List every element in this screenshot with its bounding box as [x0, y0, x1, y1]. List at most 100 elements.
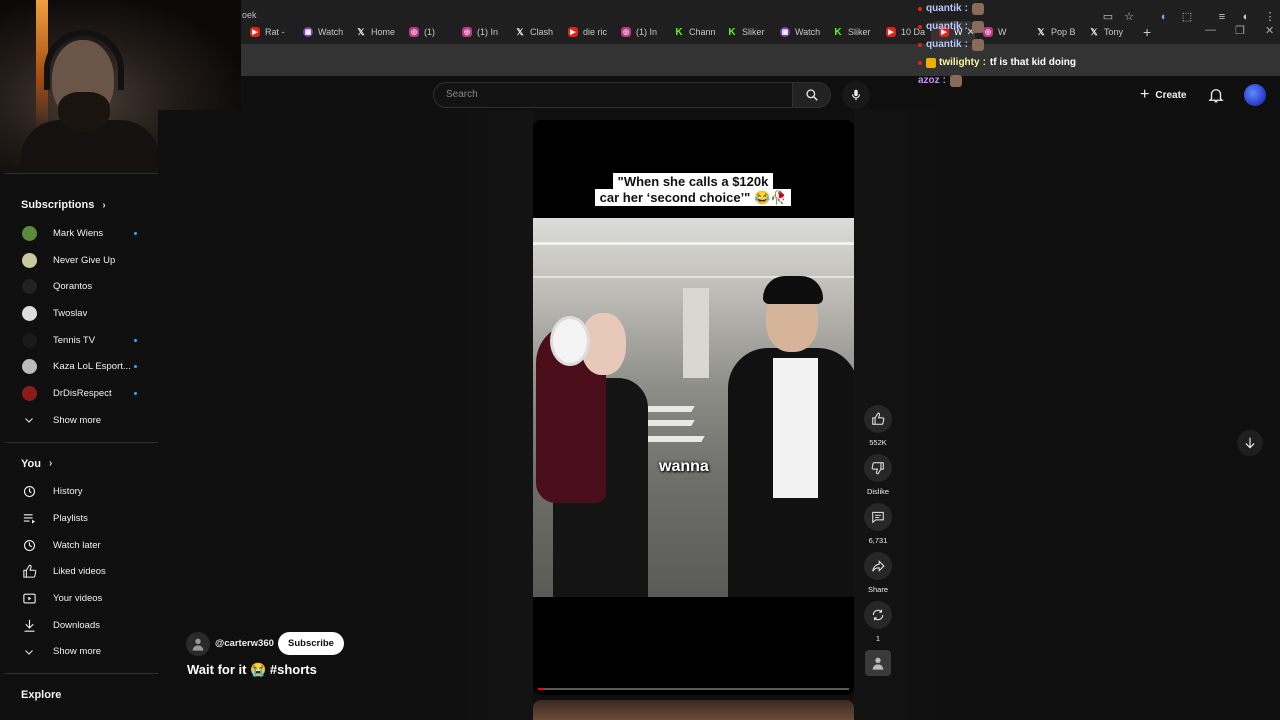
sidebar-item-your-videos[interactable]: Your videos	[5, 585, 158, 612]
sidebar-item-liked-videos[interactable]: Liked videos	[5, 559, 158, 586]
share-icon	[872, 560, 885, 572]
avatar-image	[21, 225, 37, 241]
streamer-beard	[58, 92, 110, 132]
channel-avatar	[21, 332, 37, 348]
channel-avatar	[21, 305, 37, 321]
channel-avatar	[21, 225, 37, 241]
channel-avatar	[21, 385, 37, 401]
you-heading[interactable]: You ›	[5, 449, 158, 479]
close-window-icon[interactable]: ✕	[1265, 24, 1274, 37]
new-tab-button[interactable]: +	[1143, 24, 1151, 40]
show-more-you[interactable]: Show more	[5, 639, 158, 666]
subscription-name: Twoslav	[53, 307, 88, 319]
media-icon[interactable]: ≡	[1215, 10, 1229, 24]
channel-name[interactable]: @carterw360	[215, 638, 274, 649]
chat-message: azoz:	[918, 72, 1118, 90]
tab-label: Watch	[795, 27, 821, 37]
subscribe-button[interactable]: Subscribe	[278, 632, 344, 655]
avatar-image	[21, 252, 37, 268]
chat-username: quantik	[926, 3, 962, 14]
chat-username: azoz	[918, 75, 940, 86]
subscription-name: Never Give Up	[53, 254, 116, 266]
minimize-icon[interactable]: —	[1205, 24, 1216, 36]
extensions-icon[interactable]: ⬚	[1180, 10, 1194, 24]
sidebar-subscription-item[interactable]: Tennis TV	[5, 327, 158, 354]
sound-thumbnail[interactable]	[865, 650, 891, 676]
show-more-subscriptions[interactable]: Show more	[5, 407, 158, 434]
new-content-dot-icon	[134, 338, 137, 342]
create-button[interactable]: + Create	[1134, 82, 1192, 108]
search-input[interactable]: Search	[433, 82, 793, 108]
sound-action[interactable]	[862, 650, 894, 676]
avatar-image	[21, 332, 37, 348]
remix-button[interactable]	[864, 601, 892, 629]
profile-icon[interactable]: ◐	[1239, 10, 1253, 24]
next-short-preview[interactable]	[533, 700, 854, 720]
earmuff	[550, 316, 590, 366]
man-hair	[763, 276, 823, 304]
subscriptions-heading[interactable]: Subscriptions ›	[5, 190, 158, 220]
account-avatar[interactable]	[1244, 84, 1266, 106]
address-field[interactable]: oek	[232, 6, 912, 26]
voice-search-button[interactable]	[842, 81, 870, 109]
remix-action[interactable]: 1	[862, 601, 894, 646]
sidebar-item-playlists[interactable]: Playlists	[5, 505, 158, 532]
instagram-icon: ◎	[409, 27, 419, 37]
restore-icon[interactable]: ❐	[1235, 24, 1245, 37]
channel-avatar[interactable]	[186, 632, 210, 656]
sidebar-subscription-item[interactable]: Mark Wiens	[5, 220, 158, 247]
sidebar-item-downloads[interactable]: Downloads	[5, 612, 158, 639]
share-action[interactable]: Share	[862, 552, 894, 597]
chat-message: quantik:	[918, 0, 1118, 18]
progress-bar[interactable]	[538, 688, 849, 690]
sidebar-item-watch-later[interactable]: Watch later	[5, 532, 158, 559]
like-icon	[21, 564, 37, 580]
comment-icon	[872, 511, 884, 524]
sidebar-item-history[interactable]: History	[5, 479, 158, 506]
chat-separator: :	[942, 75, 947, 86]
headset	[44, 30, 124, 90]
sidebar-subscription-item[interactable]: DrDisRespect	[5, 380, 158, 407]
dislike-label: Dislike	[866, 487, 890, 496]
sound-avatar-icon	[872, 657, 884, 670]
like-icon	[872, 412, 885, 425]
sidebar-subscription-item[interactable]: Never Give Up	[5, 247, 158, 274]
channel-avatar	[21, 252, 37, 268]
video-caption: "When she calls a $120k car her ‘second …	[585, 173, 801, 206]
remix-count: 1	[875, 634, 881, 643]
short-actions: 552K Dislike 6,731 Share 1	[862, 405, 894, 680]
left-backdrop	[158, 110, 533, 720]
short-title[interactable]: Wait for it 😭 #shorts	[187, 662, 317, 678]
progress-fill	[538, 688, 545, 690]
create-label: Create	[1155, 89, 1187, 101]
chat-message: quantik:	[918, 18, 1118, 36]
sidebar-subscription-item[interactable]: Qorantos	[5, 273, 158, 300]
tab-label: die ric	[583, 27, 608, 37]
chat-dot-icon	[918, 61, 922, 65]
like-action[interactable]: 552K	[862, 405, 894, 450]
subscription-name: Mark Wiens	[53, 227, 104, 239]
like-button[interactable]	[864, 405, 892, 433]
menu-icon[interactable]: ⋮	[1263, 10, 1277, 24]
subscription-name: Tennis TV	[53, 334, 96, 346]
avatar-image	[21, 305, 37, 321]
short-video-player[interactable]: "When she calls a $120k car her ‘second …	[533, 120, 854, 695]
notifications-button[interactable]	[1207, 86, 1225, 104]
comments-button[interactable]	[864, 503, 892, 531]
twitch-icon: ▣	[303, 27, 313, 37]
sidebar-subscription-item[interactable]: Kaza LoL Esport...	[5, 353, 158, 380]
next-short-button[interactable]	[1237, 430, 1263, 456]
youtube-icon: ▶	[250, 27, 260, 37]
audio-icon[interactable]: ◖	[1156, 10, 1170, 24]
instagram-icon: ◎	[621, 27, 631, 37]
dislike-button[interactable]	[864, 454, 892, 482]
tab-label: (1)	[424, 27, 435, 37]
share-button[interactable]	[864, 552, 892, 580]
dislike-action[interactable]: Dislike	[862, 454, 894, 499]
sidebar-subscription-item[interactable]: Twoslav	[5, 300, 158, 327]
channel-avatar	[21, 279, 37, 295]
history-icon	[21, 484, 37, 500]
search-button[interactable]	[793, 82, 831, 108]
comments-action[interactable]: 6,731	[862, 503, 894, 548]
bookmark-star-icon[interactable]: ☆	[1122, 10, 1136, 24]
